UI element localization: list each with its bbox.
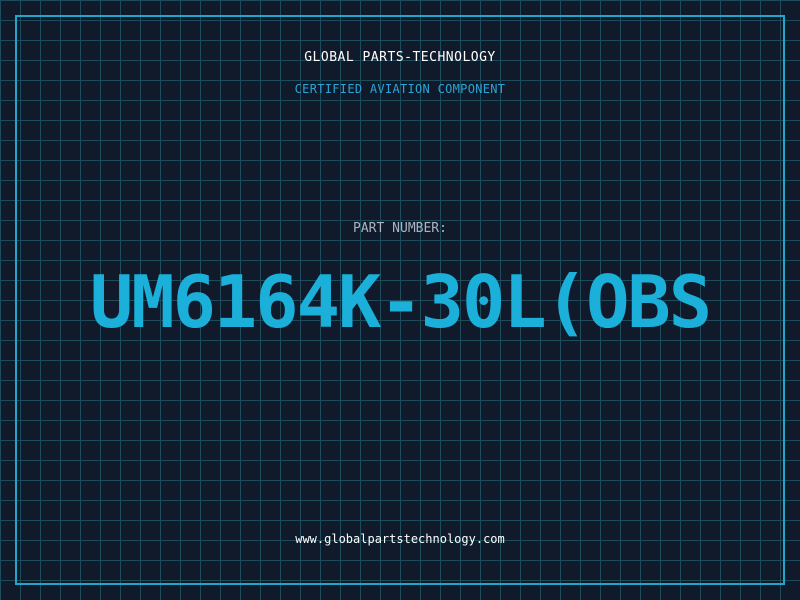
- company-name: GLOBAL PARTS-TECHNOLOGY: [304, 50, 496, 65]
- part-number-label: PART NUMBER:: [353, 221, 447, 236]
- website-url: www.globalpartstechnology.com: [295, 532, 505, 546]
- part-number-value: UM6164K-30L(OBS: [89, 260, 712, 344]
- certification-tagline: CERTIFIED AVIATION COMPONENT: [294, 82, 506, 96]
